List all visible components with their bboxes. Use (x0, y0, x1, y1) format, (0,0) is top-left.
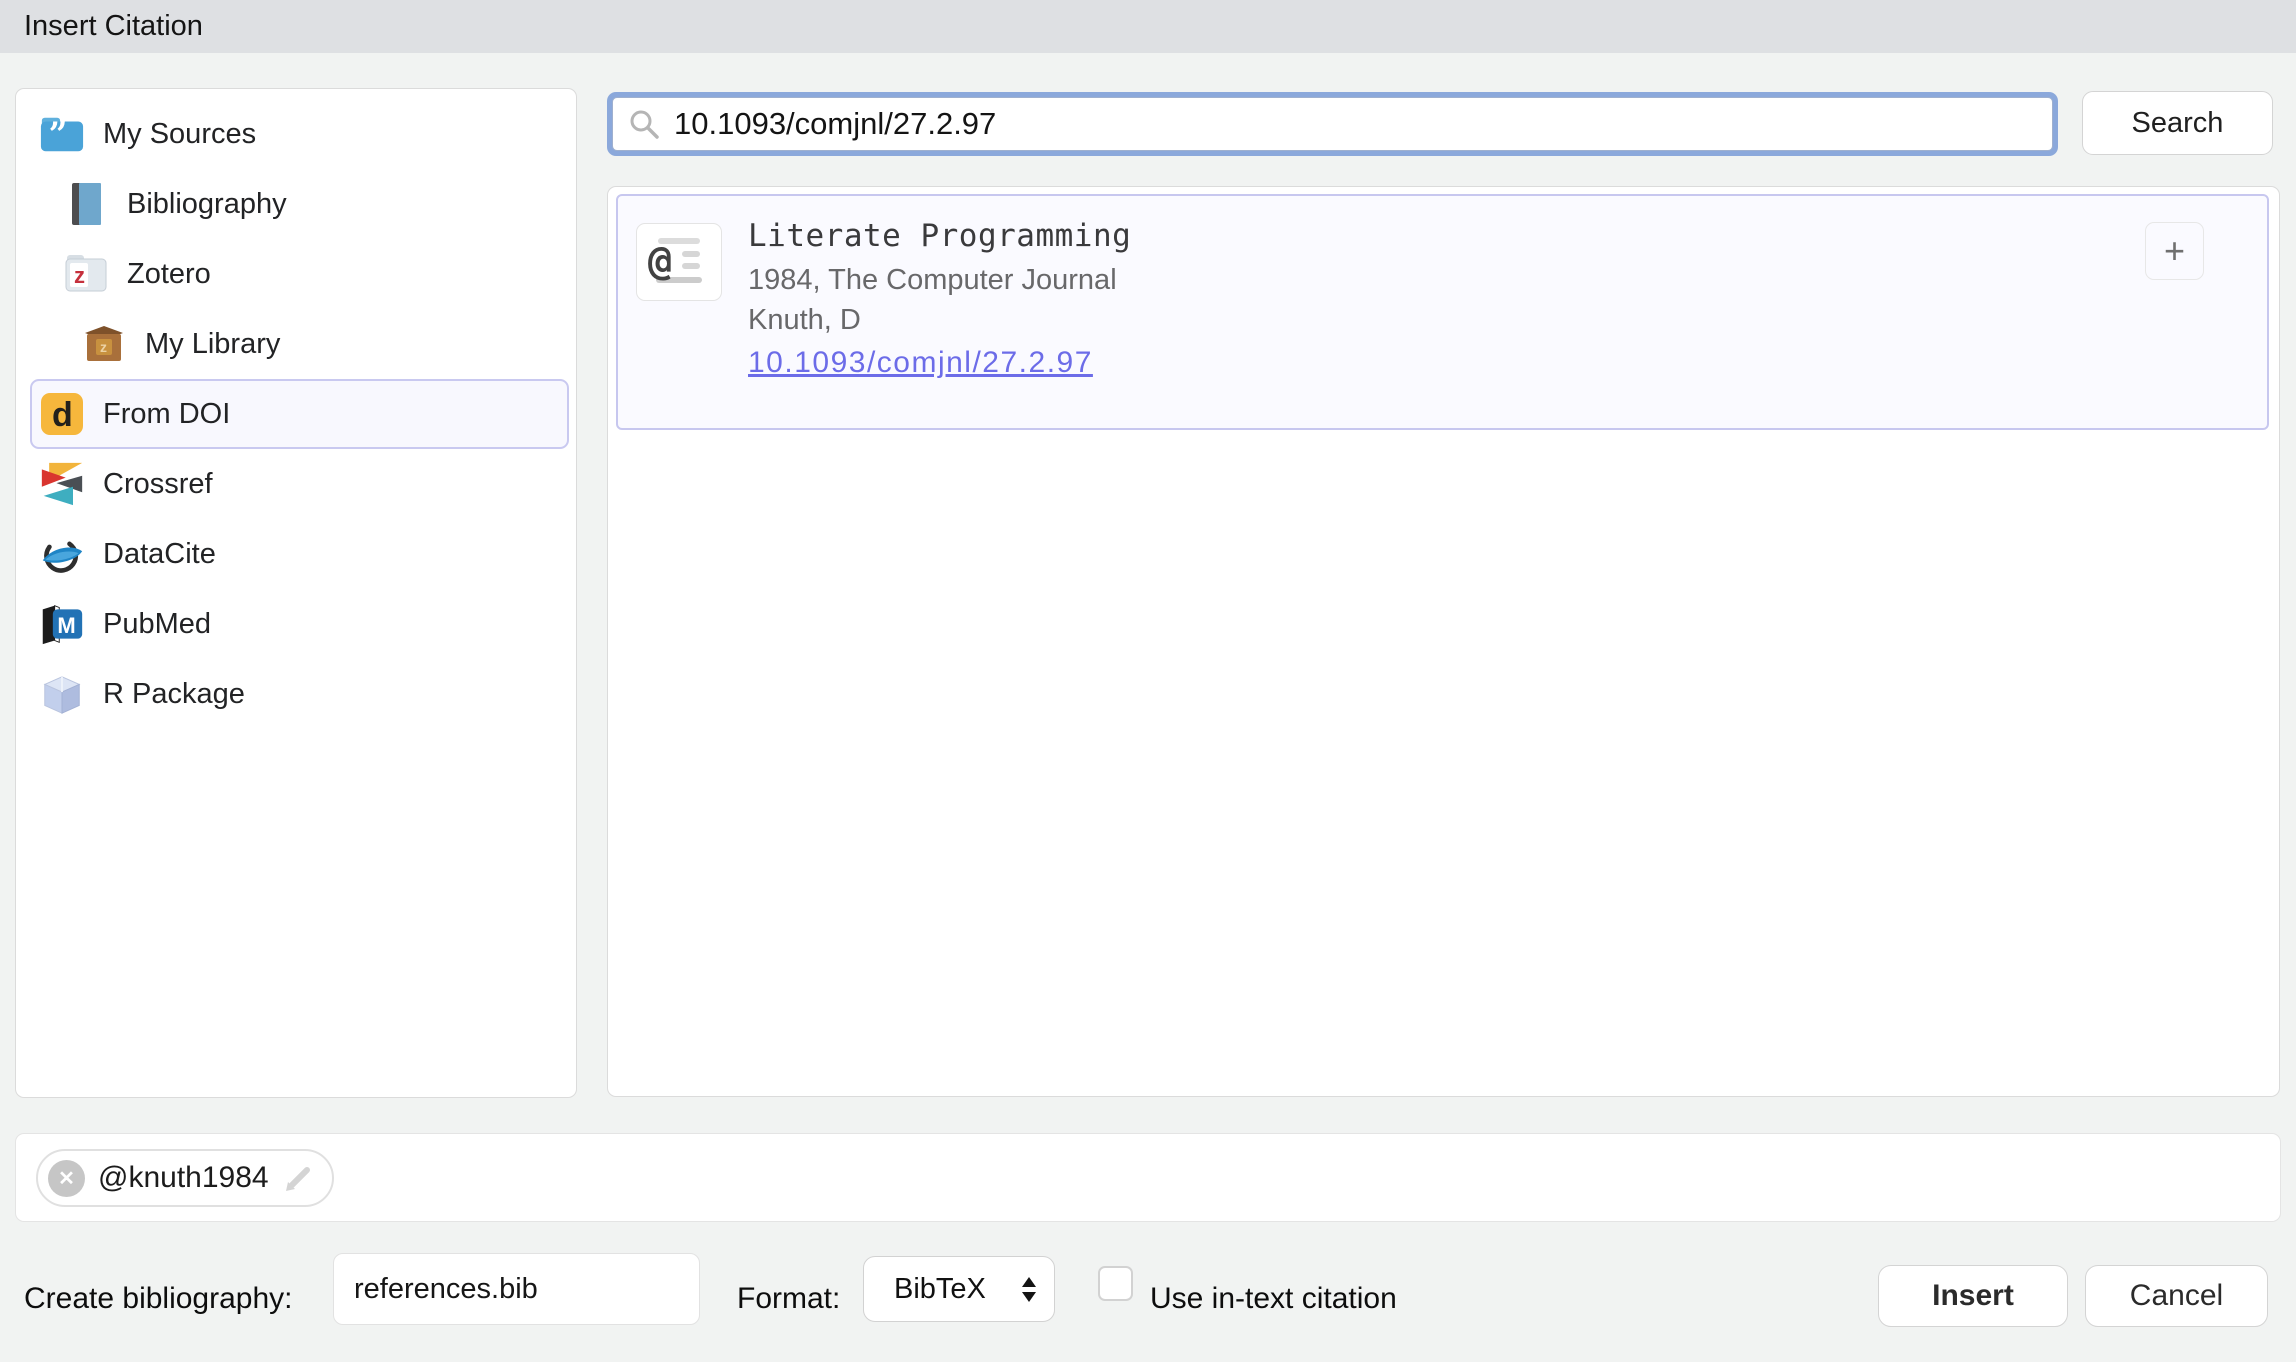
citation-tag-label: @knuth1984 (98, 1161, 269, 1195)
format-select[interactable]: BibTeX (863, 1256, 1055, 1322)
sidebar-item-label: My Library (145, 328, 280, 361)
sidebar-item-label: Crossref (103, 468, 213, 501)
sidebar-item-label: DataCite (103, 538, 216, 571)
pencil-icon[interactable] (282, 1163, 312, 1193)
svg-text:”: ” (49, 115, 68, 154)
sidebar-item-label: My Sources (103, 118, 256, 151)
search-input[interactable] (674, 98, 2052, 150)
create-bibliography-label: Create bibliography: (24, 1282, 293, 1316)
sidebar-item-label: From DOI (103, 398, 230, 431)
sidebar-item-label: Zotero (127, 258, 211, 291)
my-sources-icon: ” (38, 110, 86, 158)
svg-text:z: z (74, 263, 85, 288)
result-meta: 1984, The Computer Journal (748, 264, 1131, 297)
sidebar-item-r-package[interactable]: R Package (16, 659, 576, 729)
chevron-up-down-icon (1022, 1277, 1036, 1302)
format-label: Format: (737, 1282, 840, 1316)
svg-text:z: z (100, 339, 107, 355)
dialog-titlebar: Insert Citation (0, 0, 2296, 53)
sidebar-item-zotero[interactable]: z Zotero (16, 239, 576, 309)
search-icon (628, 108, 660, 140)
crossref-icon (38, 460, 86, 508)
use-intext-citation-label: Use in-text citation (1150, 1282, 1397, 1316)
sidebar-item-pubmed[interactable]: M PubMed (16, 589, 576, 659)
sidebar-item-label: R Package (103, 678, 245, 711)
svg-text:M: M (57, 613, 75, 638)
sidebar-item-my-sources[interactable]: ” My Sources (16, 99, 576, 169)
search-field-focus-ring (607, 92, 2058, 156)
datacite-icon (38, 530, 86, 578)
result-title: Literate Programming (748, 218, 1131, 254)
pubmed-icon: M (38, 600, 86, 648)
insert-button[interactable]: Insert (1878, 1265, 2068, 1327)
results-panel: @ Literate Programming 1984, The Compute… (607, 186, 2280, 1097)
search-button[interactable]: Search (2082, 91, 2273, 155)
svg-text:d: d (52, 396, 73, 434)
close-icon[interactable]: ✕ (48, 1160, 85, 1197)
sidebar-item-from-doi[interactable]: d From DOI (30, 379, 569, 449)
sidebar-item-datacite[interactable]: DataCite (16, 519, 576, 589)
dialog-title: Insert Citation (24, 10, 203, 43)
sidebar-item-bibliography[interactable]: Bibliography (16, 169, 576, 239)
citation-entry-icon: @ (636, 223, 722, 301)
sidebar-item-label: PubMed (103, 608, 211, 641)
add-citation-button[interactable]: + (2145, 222, 2204, 280)
result-authors: Knuth, D (748, 304, 1131, 337)
format-select-value: BibTeX (894, 1273, 1022, 1306)
selected-citations-bar: ✕ @knuth1984 (15, 1133, 2281, 1222)
bibliography-icon (62, 180, 110, 228)
sidebar-item-crossref[interactable]: Crossref (16, 449, 576, 519)
doi-icon: d (38, 390, 86, 438)
sidebar-item-my-library[interactable]: z My Library (16, 309, 576, 379)
citation-tag-chip[interactable]: ✕ @knuth1984 (36, 1149, 334, 1207)
svg-text:@: @ (648, 238, 672, 284)
sources-sidebar: ” My Sources Bibliography z Zotero (15, 88, 577, 1098)
r-package-icon (38, 670, 86, 718)
use-intext-citation-checkbox[interactable] (1098, 1266, 1133, 1301)
bibliography-filename-input[interactable] (333, 1253, 700, 1325)
result-doi-link[interactable]: 10.1093/comjnl/27.2.97 (748, 346, 1093, 380)
sidebar-item-label: Bibliography (127, 188, 287, 221)
my-library-icon: z (80, 320, 128, 368)
cancel-button[interactable]: Cancel (2085, 1265, 2268, 1327)
zotero-icon: z (62, 250, 110, 298)
citation-result-card[interactable]: @ Literate Programming 1984, The Compute… (616, 194, 2269, 430)
